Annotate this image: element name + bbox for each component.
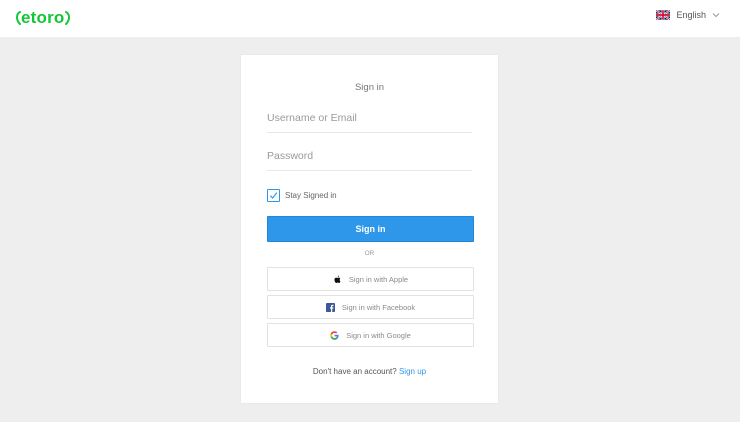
language-label: English [676,10,706,20]
sign-in-card: Sign in Stay Signed in Sign in OR Sign i… [241,55,498,403]
logo-text: etoro [21,8,65,27]
google-icon [330,330,339,340]
apple-label: Sign in with Apple [348,274,409,284]
etoro-logo[interactable]: etoro [15,8,71,28]
google-label: Sign in with Google [346,330,411,340]
password-input[interactable] [267,147,472,171]
sign-in-title: Sign in [354,82,385,93]
stay-signed-in-checkbox[interactable] [267,189,280,202]
sign-in-with-apple-button[interactable]: Sign in with Apple [267,267,474,291]
no-account-text: Don't have an account? [312,367,397,376]
logo-right-horn-icon [64,11,70,25]
sign-in-button[interactable]: Sign in [267,216,474,242]
top-bar: etoro English [0,0,740,37]
sign-up-link[interactable]: Sign up [399,367,426,376]
stay-signed-in-row: Stay Signed in [267,189,337,202]
chevron-down-icon [712,13,720,18]
checkmark-icon [269,192,278,199]
language-selector[interactable]: English [656,10,720,20]
facebook-label: Sign in with Facebook [341,302,416,312]
uk-flag-icon [656,10,671,20]
sign-in-with-facebook-button[interactable]: Sign in with Facebook [267,295,474,319]
sign-in-with-google-button[interactable]: Sign in with Google [267,323,474,347]
facebook-icon [325,302,335,312]
or-divider: OR [364,250,375,257]
username-input[interactable] [267,109,472,133]
apple-icon [334,275,341,283]
signup-prompt: Don't have an account? Sign up [241,367,498,376]
stay-signed-in-label: Stay Signed in [285,191,337,200]
